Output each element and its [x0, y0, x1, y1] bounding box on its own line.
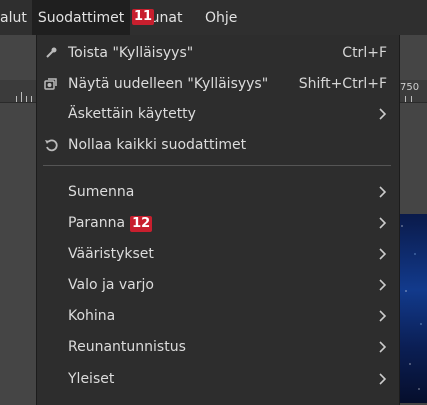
chevron-right-icon	[379, 248, 387, 260]
menu-item-blur[interactable]: Sumenna	[37, 177, 399, 207]
image-canvas[interactable]	[397, 214, 427, 403]
menu-item-generic[interactable]: Yleiset	[37, 364, 399, 394]
step-badge: 12	[130, 215, 153, 232]
chevron-right-icon	[379, 279, 387, 291]
reset-icon	[43, 137, 59, 153]
enhance-label: Paranna	[68, 214, 126, 231]
repeat-filter-icon	[43, 45, 59, 61]
menu-item-distorts[interactable]: Vääristykset	[37, 239, 399, 269]
menu-item-recently-used[interactable]: Äskettäin käytetty	[37, 99, 399, 129]
chevron-right-icon	[379, 186, 387, 198]
menu-item-repeat-filter[interactable]: Toista "Kylläisyys" Ctrl+F	[37, 38, 399, 68]
menu-separator	[43, 165, 391, 166]
menu-item-noise[interactable]: Kohina	[37, 301, 399, 331]
menu-help[interactable]: Ohje	[205, 0, 237, 35]
menu-item-enhance[interactable]: Paranna 12	[37, 208, 399, 238]
filters-dropdown-menu: Toista "Kylläisyys" Ctrl+F Näytä uudelle…	[36, 35, 400, 405]
menu-item-edge-detect[interactable]: Reunantunnistus	[37, 332, 399, 362]
step-badge: 11	[132, 9, 155, 25]
menubar: alut Suodattimet kunat Ohje 11	[0, 0, 427, 35]
menu-item-reset-filters[interactable]: Nollaa kaikki suodattimet	[37, 130, 399, 160]
chevron-right-icon	[379, 217, 387, 229]
ruler-label: 750	[400, 82, 420, 93]
reshow-filter-icon	[43, 76, 59, 92]
chevron-right-icon	[379, 310, 387, 322]
chevron-right-icon	[379, 108, 387, 120]
menu-item-reshow-filter[interactable]: Näytä uudelleen "Kylläisyys" Shift+Ctrl+…	[37, 69, 399, 99]
chevron-right-icon	[379, 373, 387, 385]
menu-filters[interactable]: Suodattimet	[31, 0, 131, 35]
chevron-right-icon	[379, 341, 387, 353]
menu-item-light-and-shadow[interactable]: Valo ja varjo	[37, 270, 399, 300]
menu-edit-partial[interactable]: alut	[0, 0, 32, 35]
